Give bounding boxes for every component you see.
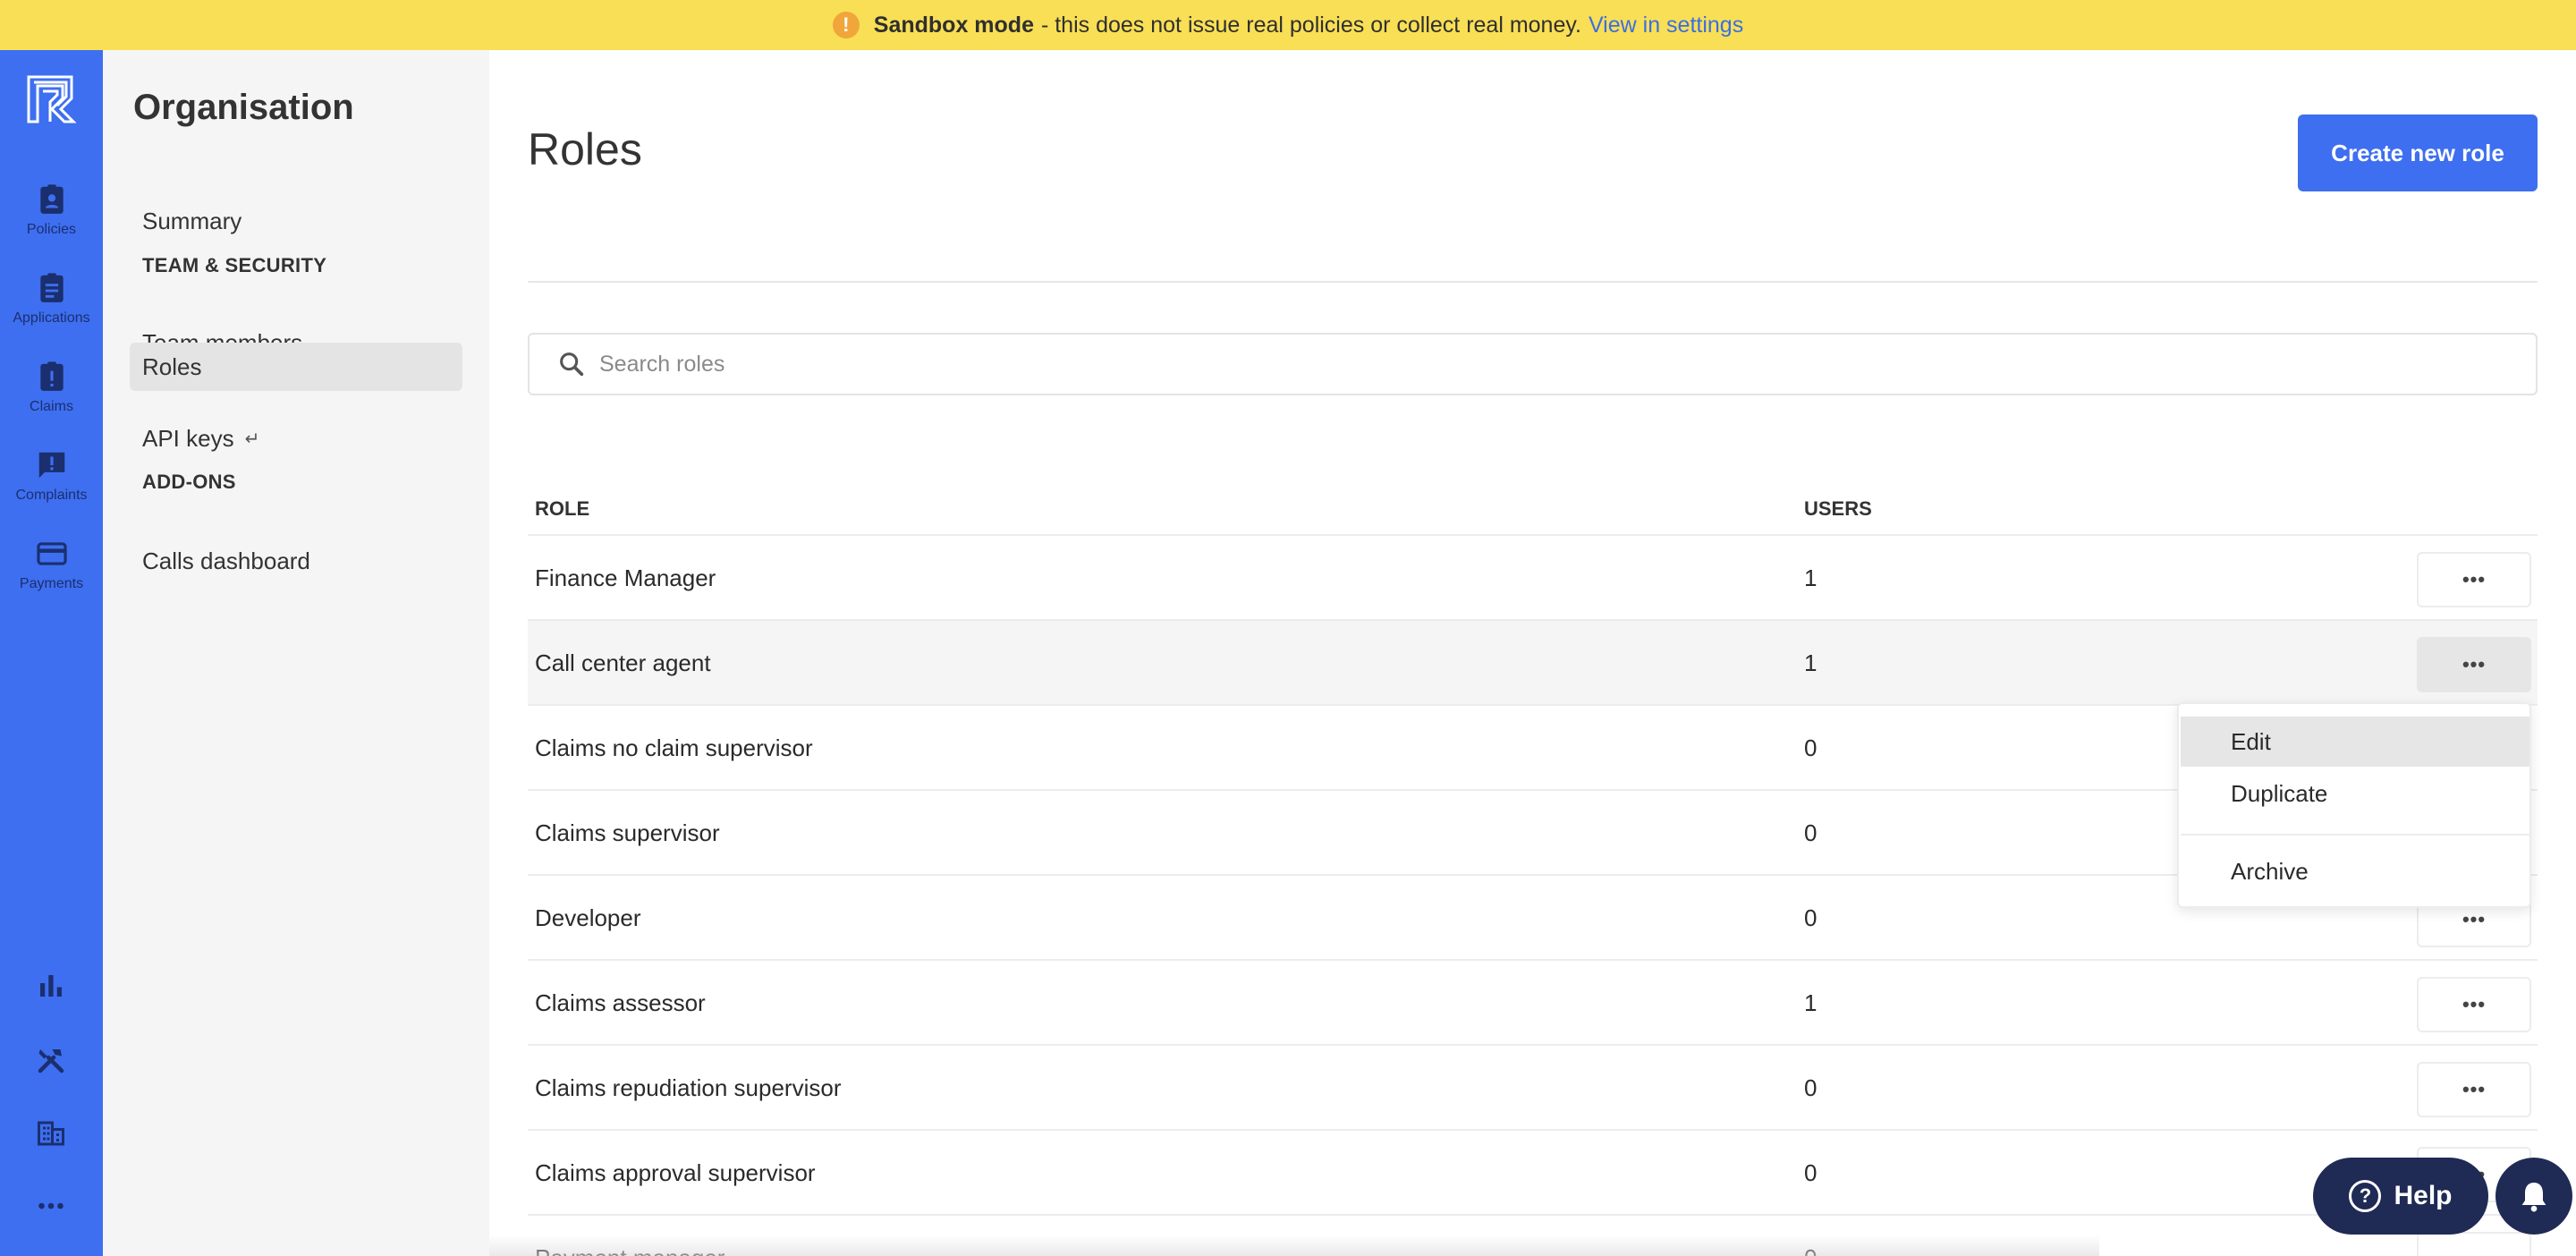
- header-divider: [528, 281, 2538, 283]
- more-horizontal-icon: •••: [2462, 1250, 2486, 1256]
- analytics-icon: [40, 975, 62, 997]
- role-name[interactable]: Claims assessor: [535, 989, 706, 1017]
- table-row: Claims repudiation supervisor 0 •••: [528, 1044, 2538, 1129]
- more-horizontal-icon: •••: [2462, 653, 2487, 675]
- nav-roles-label: Roles: [142, 352, 202, 380]
- rail-label-complaints: Complaints: [15, 488, 88, 503]
- more-icon: [38, 1202, 64, 1209]
- rail-more[interactable]: [31, 1186, 71, 1226]
- menu-item-duplicate[interactable]: Duplicate: [2181, 768, 2529, 819]
- user-count: 0: [1804, 1159, 1818, 1186]
- menu-divider: [2181, 834, 2529, 836]
- banner-text: - this does not issue real policies or c…: [1040, 12, 1581, 38]
- warning-icon: !: [832, 12, 860, 38]
- nav-api-keys[interactable]: API keys ↵: [130, 414, 462, 463]
- create-new-role-button[interactable]: Create new role: [2298, 115, 2538, 191]
- logo-icon[interactable]: [25, 73, 77, 125]
- user-count: 1: [1804, 649, 1818, 676]
- more-horizontal-icon: •••: [2462, 568, 2487, 590]
- tools-icon: [38, 1049, 64, 1074]
- user-count: 0: [1804, 1074, 1818, 1101]
- user-count: 1: [1804, 564, 1818, 591]
- user-count: 1: [1804, 989, 1818, 1016]
- notifications-button[interactable]: [2496, 1158, 2572, 1235]
- rail-label-policies: Policies: [26, 222, 77, 237]
- role-name[interactable]: Claims supervisor: [535, 819, 720, 847]
- nav-calls-dashboard[interactable]: Calls dashboard: [130, 537, 462, 585]
- row-actions-menu: Edit Duplicate Archive: [2177, 702, 2531, 908]
- row-actions-button[interactable]: •••: [2417, 1062, 2531, 1117]
- applications-icon: [39, 273, 64, 302]
- rail-item-applications[interactable]: Applications: [0, 271, 103, 352]
- nav-summary[interactable]: Summary: [130, 197, 462, 245]
- user-count: 0: [1804, 904, 1818, 931]
- rail-item-policies[interactable]: Policies: [0, 182, 103, 263]
- help-label: Help: [2394, 1181, 2453, 1210]
- search-box: [528, 333, 2538, 395]
- bottom-fade: [489, 1235, 2099, 1256]
- app-rail: Policies Applications Claims Complaints …: [0, 50, 103, 1256]
- user-count: 0: [1804, 734, 1818, 761]
- policies-icon: [39, 184, 64, 214]
- more-horizontal-icon: •••: [2462, 993, 2487, 1015]
- nav-api-keys-label: API keys: [142, 424, 234, 452]
- complaints-icon: [38, 452, 64, 479]
- main-content: Roles Create new role ROLE USERS Finance…: [489, 50, 2576, 1256]
- table-row: Claims approval supervisor 0 •••: [528, 1129, 2538, 1214]
- role-name[interactable]: Claims no claim supervisor: [535, 734, 813, 762]
- column-header-users: USERS: [1804, 497, 1872, 520]
- bell-icon: [2521, 1183, 2546, 1212]
- role-name[interactable]: Developer: [535, 904, 641, 932]
- table-row: Call center agent 1 •••: [528, 619, 2538, 704]
- enter-icon: ↵: [244, 429, 260, 449]
- role-name[interactable]: Claims repudiation supervisor: [535, 1074, 841, 1102]
- sandbox-banner: ! Sandbox mode - this does not issue rea…: [0, 0, 2576, 50]
- banner-bold-text: Sandbox mode: [873, 12, 1034, 38]
- section-add-ons: ADD-ONS: [142, 471, 236, 493]
- menu-item-edit[interactable]: Edit: [2181, 717, 2529, 767]
- role-name[interactable]: Claims approval supervisor: [535, 1159, 816, 1187]
- row-actions-button[interactable]: •••: [2417, 552, 2531, 607]
- rail-analytics[interactable]: [31, 966, 71, 1006]
- claims-icon: [39, 361, 64, 391]
- nav-title: Organisation: [133, 88, 354, 127]
- help-button[interactable]: ? Help: [2313, 1158, 2488, 1235]
- organisation-nav: Organisation Summary TEAM & SECURITY Tea…: [103, 50, 489, 1256]
- payments-icon: [36, 542, 67, 565]
- row-actions-button[interactable]: •••: [2417, 977, 2531, 1032]
- rail-label-claims: Claims: [30, 399, 73, 414]
- user-count: 0: [1804, 819, 1818, 846]
- row-actions-button[interactable]: •••: [2417, 1232, 2531, 1256]
- table-row: Claims assessor 1 •••: [528, 959, 2538, 1044]
- more-horizontal-icon: •••: [2462, 1078, 2487, 1100]
- rail-item-claims[interactable]: Claims: [0, 360, 103, 440]
- page-title: Roles: [528, 124, 642, 174]
- rail-tools[interactable]: [31, 1040, 71, 1080]
- rail-organisation[interactable]: [31, 1114, 71, 1153]
- help-icon: ?: [2349, 1180, 2382, 1212]
- more-horizontal-icon: •••: [2462, 908, 2487, 930]
- role-name[interactable]: Call center agent: [535, 649, 711, 677]
- rail-label-applications: Applications: [13, 310, 90, 326]
- row-actions-button[interactable]: •••: [2417, 637, 2531, 692]
- rail-item-complaints[interactable]: Complaints: [0, 448, 103, 529]
- rail-label-payments: Payments: [19, 576, 84, 591]
- column-header-role: ROLE: [535, 497, 590, 520]
- nav-roles[interactable]: Roles: [130, 343, 462, 391]
- role-name[interactable]: Finance Manager: [535, 564, 716, 592]
- menu-item-archive[interactable]: Archive: [2181, 846, 2529, 896]
- search-icon: [560, 352, 584, 377]
- view-in-settings-link[interactable]: View in settings: [1589, 13, 1743, 38]
- search-input[interactable]: [599, 351, 2299, 378]
- section-team-security: TEAM & SECURITY: [142, 254, 327, 276]
- organisation-icon: [38, 1121, 64, 1146]
- rail-item-payments[interactable]: Payments: [0, 537, 103, 617]
- table-row: Finance Manager 1 •••: [528, 534, 2538, 619]
